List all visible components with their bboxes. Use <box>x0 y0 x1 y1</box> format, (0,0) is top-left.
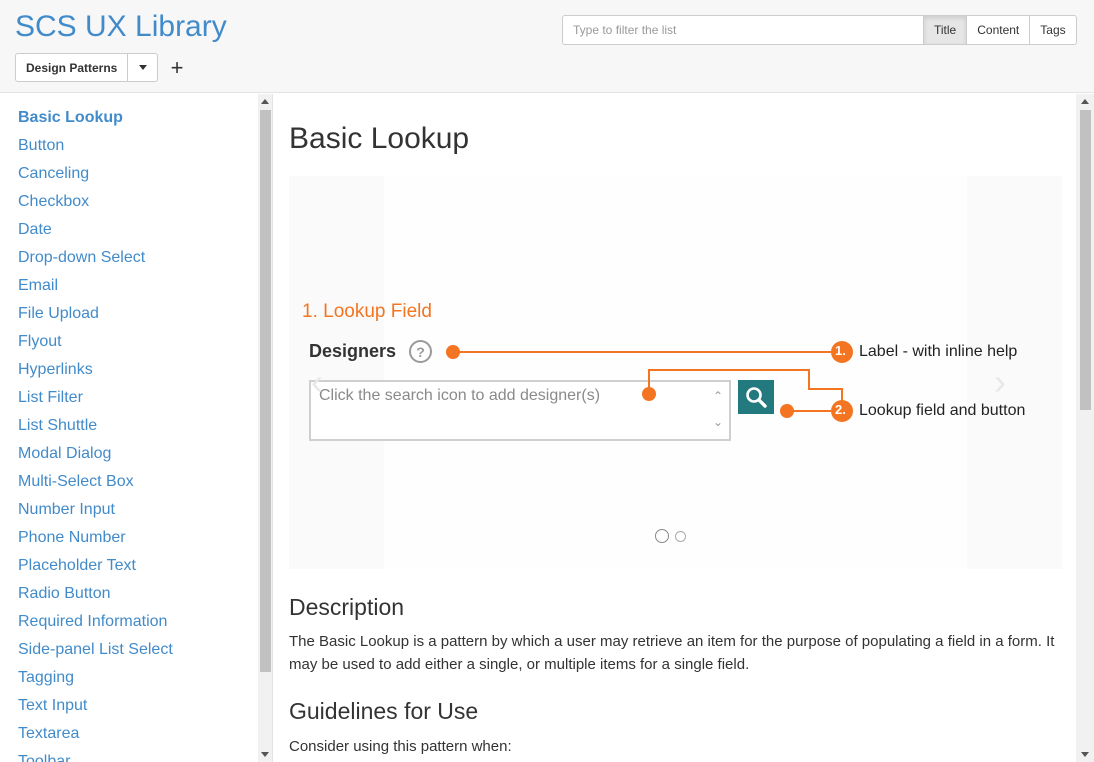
sidebar: Basic Lookup Button Canceling Checkbox Date D… <box>0 94 273 762</box>
carousel-next-icon[interactable]: › <box>994 361 1006 403</box>
callout-number-2: 2. <box>835 402 846 417</box>
sidebar-item-text-input[interactable]: Text Input <box>18 692 173 720</box>
sidebar-item-hyperlinks[interactable]: Hyperlinks <box>18 356 173 384</box>
main-content: Basic Lookup 1. Lookup Field Designers ?… <box>274 94 1094 762</box>
carousel: 1. Lookup Field Designers ? Click the se… <box>289 176 1062 569</box>
carousel-indicator-1[interactable] <box>655 529 669 543</box>
sidebar-item-basic-lookup[interactable]: Basic Lookup <box>18 104 173 132</box>
sidebar-item-button[interactable]: Button <box>18 132 173 160</box>
callout-connectors <box>446 341 853 422</box>
filter-mode-tags[interactable]: Tags <box>1030 15 1077 45</box>
sidebar-item-modal-dialog[interactable]: Modal Dialog <box>18 440 173 468</box>
scroll-down-icon[interactable] <box>1081 752 1089 757</box>
collection-dropdown[interactable]: Design Patterns <box>15 53 159 82</box>
sidebar-item-email[interactable]: Email <box>18 272 173 300</box>
carousel-indicator-2[interactable] <box>675 530 686 542</box>
sidebar-scroll-thumb[interactable] <box>260 110 271 672</box>
sidebar-item-toolbar[interactable]: Toolbar <box>18 748 173 762</box>
callout-text-1: Label - with inline help <box>859 343 1018 360</box>
callout-dot <box>780 404 794 418</box>
callout-number-1: 1. <box>835 343 846 358</box>
add-button[interactable]: + <box>167 55 187 81</box>
sidebar-item-phone-number[interactable]: Phone Number <box>18 524 173 552</box>
callout-dot <box>446 345 460 359</box>
sidebar-item-date[interactable]: Date <box>18 216 173 244</box>
filter-bar: Title Content Tags <box>562 15 1077 45</box>
sidebar-item-file-upload[interactable]: File Upload <box>18 300 173 328</box>
sidebar-item-required-information[interactable]: Required Information <box>18 608 173 636</box>
callout-text-2: Lookup field and button <box>859 402 1026 419</box>
sidebar-item-textarea[interactable]: Textarea <box>18 720 173 748</box>
carousel-prev-icon[interactable]: ‹ <box>311 361 323 403</box>
scroll-up-icon[interactable] <box>261 99 269 104</box>
app-header: SCS UX Library Design Patterns + Title C… <box>0 0 1094 93</box>
callout-dot <box>642 387 656 401</box>
filter-input[interactable] <box>562 15 924 45</box>
sidebar-item-drop-down-select[interactable]: Drop-down Select <box>18 244 173 272</box>
scroll-up-icon[interactable] <box>1081 99 1089 104</box>
description-heading: Description <box>289 594 405 620</box>
filter-mode-content[interactable]: Content <box>967 15 1031 45</box>
description-text: The Basic Lookup is a pattern by which a… <box>289 633 1055 673</box>
carousel-indicators <box>655 529 686 543</box>
sidebar-scrollbar[interactable] <box>258 94 272 762</box>
main-scroll-thumb[interactable] <box>1080 110 1091 410</box>
sidebar-item-list-shuttle[interactable]: List Shuttle <box>18 412 173 440</box>
sidebar-item-side-panel-list-select[interactable]: Side-panel List Select <box>18 636 173 664</box>
guidelines-heading: Guidelines for Use <box>289 698 479 724</box>
app-title[interactable]: SCS UX Library <box>15 10 227 44</box>
sidebar-item-radio-button[interactable]: Radio Button <box>18 580 173 608</box>
sidebar-item-checkbox[interactable]: Checkbox <box>18 188 173 216</box>
sidebar-item-canceling[interactable]: Canceling <box>18 160 173 188</box>
sidebar-item-list-filter[interactable]: List Filter <box>18 384 173 412</box>
sidebar-item-flyout[interactable]: Flyout <box>18 328 173 356</box>
sidebar-item-multi-select-box[interactable]: Multi-Select Box <box>18 468 173 496</box>
sidebar-item-tagging[interactable]: Tagging <box>18 664 173 692</box>
sidebar-item-number-input[interactable]: Number Input <box>18 496 173 524</box>
collection-dropdown-label[interactable]: Design Patterns <box>15 53 129 82</box>
filter-mode-title[interactable]: Title <box>924 15 968 45</box>
sidebar-list: Basic Lookup Button Canceling Checkbox Date D… <box>18 104 173 762</box>
sidebar-item-placeholder-text[interactable]: Placeholder Text <box>18 552 173 580</box>
main-scrollbar[interactable] <box>1076 94 1094 762</box>
page-title: Basic Lookup <box>289 122 470 155</box>
dropdown-toggle-button[interactable] <box>128 53 159 82</box>
scroll-down-icon[interactable] <box>261 752 269 757</box>
guidelines-intro: Consider using this pattern when: <box>289 738 512 755</box>
caret-down-icon <box>138 65 147 70</box>
